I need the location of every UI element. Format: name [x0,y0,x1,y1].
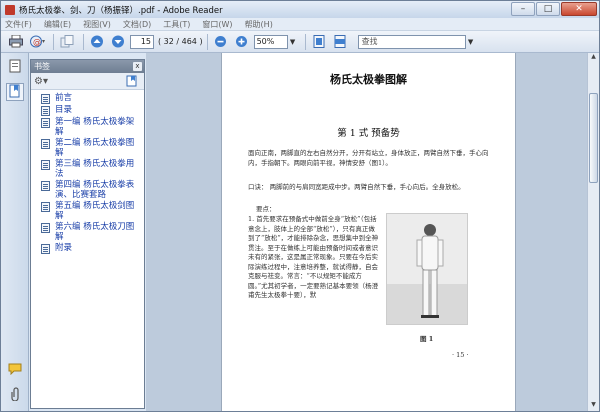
bookmark-doc-icon [41,160,50,170]
svg-text:@: @ [33,38,41,47]
bookmark-doc-icon [41,118,50,128]
bookmarks-panel: 书签 x ⚙▾ 前言 目录 第一编 杨氏太极拳架解 第二编 杨氏太极拳图解 第三… [30,59,145,409]
menu-file[interactable]: 文件(F) [5,19,32,30]
minimize-button[interactable]: – [511,2,535,16]
menu-help[interactable]: 帮助(H) [245,19,273,30]
scroll-thumb[interactable] [589,93,598,183]
bookmark-doc-icon [41,106,50,116]
toolbar-divider [206,33,208,50]
section-title: 第 1 式 预备势 [337,128,400,139]
scroll-up-icon[interactable]: ▲ [588,53,599,63]
search-dropdown-icon[interactable]: ▼ [466,33,476,51]
window-title: 杨氏太极拳、剑、刀（杨振铎）.pdf - Adobe Reader [19,5,223,16]
bookmark-doc-icon [41,223,50,233]
menu-edit[interactable]: 编辑(E) [44,19,71,30]
bookmark-item[interactable]: 第一编 杨氏太极拳架解 [41,117,144,137]
pdf-page: 杨氏太极拳图解 第 1 式 预备势 面向正南，两脚直的左右自然分开，分开有站立，… [221,53,516,411]
bookmark-item[interactable]: 第六编 杨氏太极刀图解 [41,222,144,242]
previous-page-icon[interactable] [88,33,106,51]
app-window: 杨氏太极拳、剑、刀（杨振铎）.pdf - Adobe Reader – □ ✕ … [0,0,600,412]
bookmark-item[interactable]: 第二编 杨氏太极拳图解 [41,138,144,158]
page-number: · 15 · [452,351,469,359]
bookmark-item[interactable]: 前言 [41,93,144,104]
bookmark-doc-icon [41,202,50,212]
tip-paragraph: 口诀： 两脚前的与肩同宽距成中步。两臂自然下垂，手心向后。全身放松。 [248,183,465,191]
intro-paragraph: 面向正南，两脚直的左右自然分开，分开有站立，身体放正，两臂自然下垂，手心向内，手… [248,149,489,167]
body-paragraph: 1. 首先要求在预备式中做前全身“放松”（包括意念上，肢体上的全部“放松”），只… [248,215,379,299]
maximize-button[interactable]: □ [536,2,560,16]
toolbar-divider [53,33,54,50]
fit-width-icon[interactable] [331,33,349,51]
search-input[interactable]: 查找 [357,34,466,49]
vertical-scrollbar[interactable]: ▲ ▼ [587,53,599,411]
comment-icon[interactable] [8,363,22,377]
bookmark-item[interactable]: 第四编 杨氏太极拳表演、比赛套路 [41,180,144,200]
new-bookmark-icon[interactable] [126,75,138,90]
bookmark-doc-icon [41,139,50,149]
fit-page-icon[interactable] [310,33,328,51]
key-point-label: 要点： [256,205,276,213]
bookmark-item[interactable]: 第五编 杨氏太极剑图解 [41,201,144,221]
zoom-in-icon[interactable] [233,33,251,51]
figure-caption: 图 1 [420,335,434,343]
bookmark-doc-icon [41,181,50,191]
title-bar: 杨氏太极拳、剑、刀（杨振铎）.pdf - Adobe Reader – □ ✕ [1,1,599,18]
bookmark-item[interactable]: 目录 [41,105,144,116]
next-page-icon[interactable] [109,33,127,51]
toolbar-divider [83,33,84,50]
menu-window[interactable]: 窗口(W) [202,19,232,30]
pages-icon[interactable] [58,33,76,51]
panel-close-button[interactable]: x [133,62,142,71]
scroll-down-icon[interactable]: ▼ [588,401,599,411]
toolbar-divider [304,33,306,50]
panel-title-label: 书签 [34,62,50,71]
menu-bar: 文件(F) 编辑(E) 视图(V) 文档(D) 工具(T) 窗口(W) 帮助(H… [1,18,599,31]
page-number-input[interactable]: 15 [130,34,154,49]
menu-document[interactable]: 文档(D) [123,19,151,30]
menu-view[interactable]: 视图(V) [83,19,111,30]
zoom-out-icon[interactable] [212,33,230,51]
bookmark-item[interactable]: 第三编 杨氏太极拳用法 [41,159,144,179]
zoom-select[interactable]: 50% [253,34,288,49]
navigation-rail [1,53,29,411]
options-gear-icon[interactable]: ⚙▾ [34,76,48,87]
menu-tools[interactable]: 工具(T) [163,19,190,30]
bookmark-doc-icon [41,244,50,254]
email-icon[interactable]: @ [28,33,46,51]
bookmark-list: 前言 目录 第一编 杨氏太极拳架解 第二编 杨氏太极拳图解 第三编 杨氏太极拳用… [31,90,144,254]
page-count: ( 32 / 464 ) [158,37,203,46]
print-icon[interactable] [7,33,25,51]
attachment-icon[interactable] [8,387,22,402]
bookmark-item[interactable]: 附录 [41,243,144,254]
bookmark-doc-icon [41,94,50,104]
zoom-dropdown-icon[interactable]: ▼ [288,33,298,51]
close-button[interactable]: ✕ [561,2,597,16]
panel-toolbar: ⚙▾ [31,73,144,90]
adobe-reader-icon [5,4,15,15]
figure-photo [386,213,468,325]
bookmarks-panel-icon[interactable] [6,83,24,101]
panel-title: 书签 x [31,60,144,73]
document-view[interactable]: 杨氏太极拳图解 第 1 式 预备势 面向正南，两脚直的左右自然分开，分开有站立，… [146,53,589,411]
toolbar: @ 15 ( 32 / 464 ) 50% ▼ 查找 ▼ [1,31,599,53]
pages-panel-icon[interactable] [8,59,22,73]
book-heading: 杨氏太极拳图解 [330,73,407,86]
